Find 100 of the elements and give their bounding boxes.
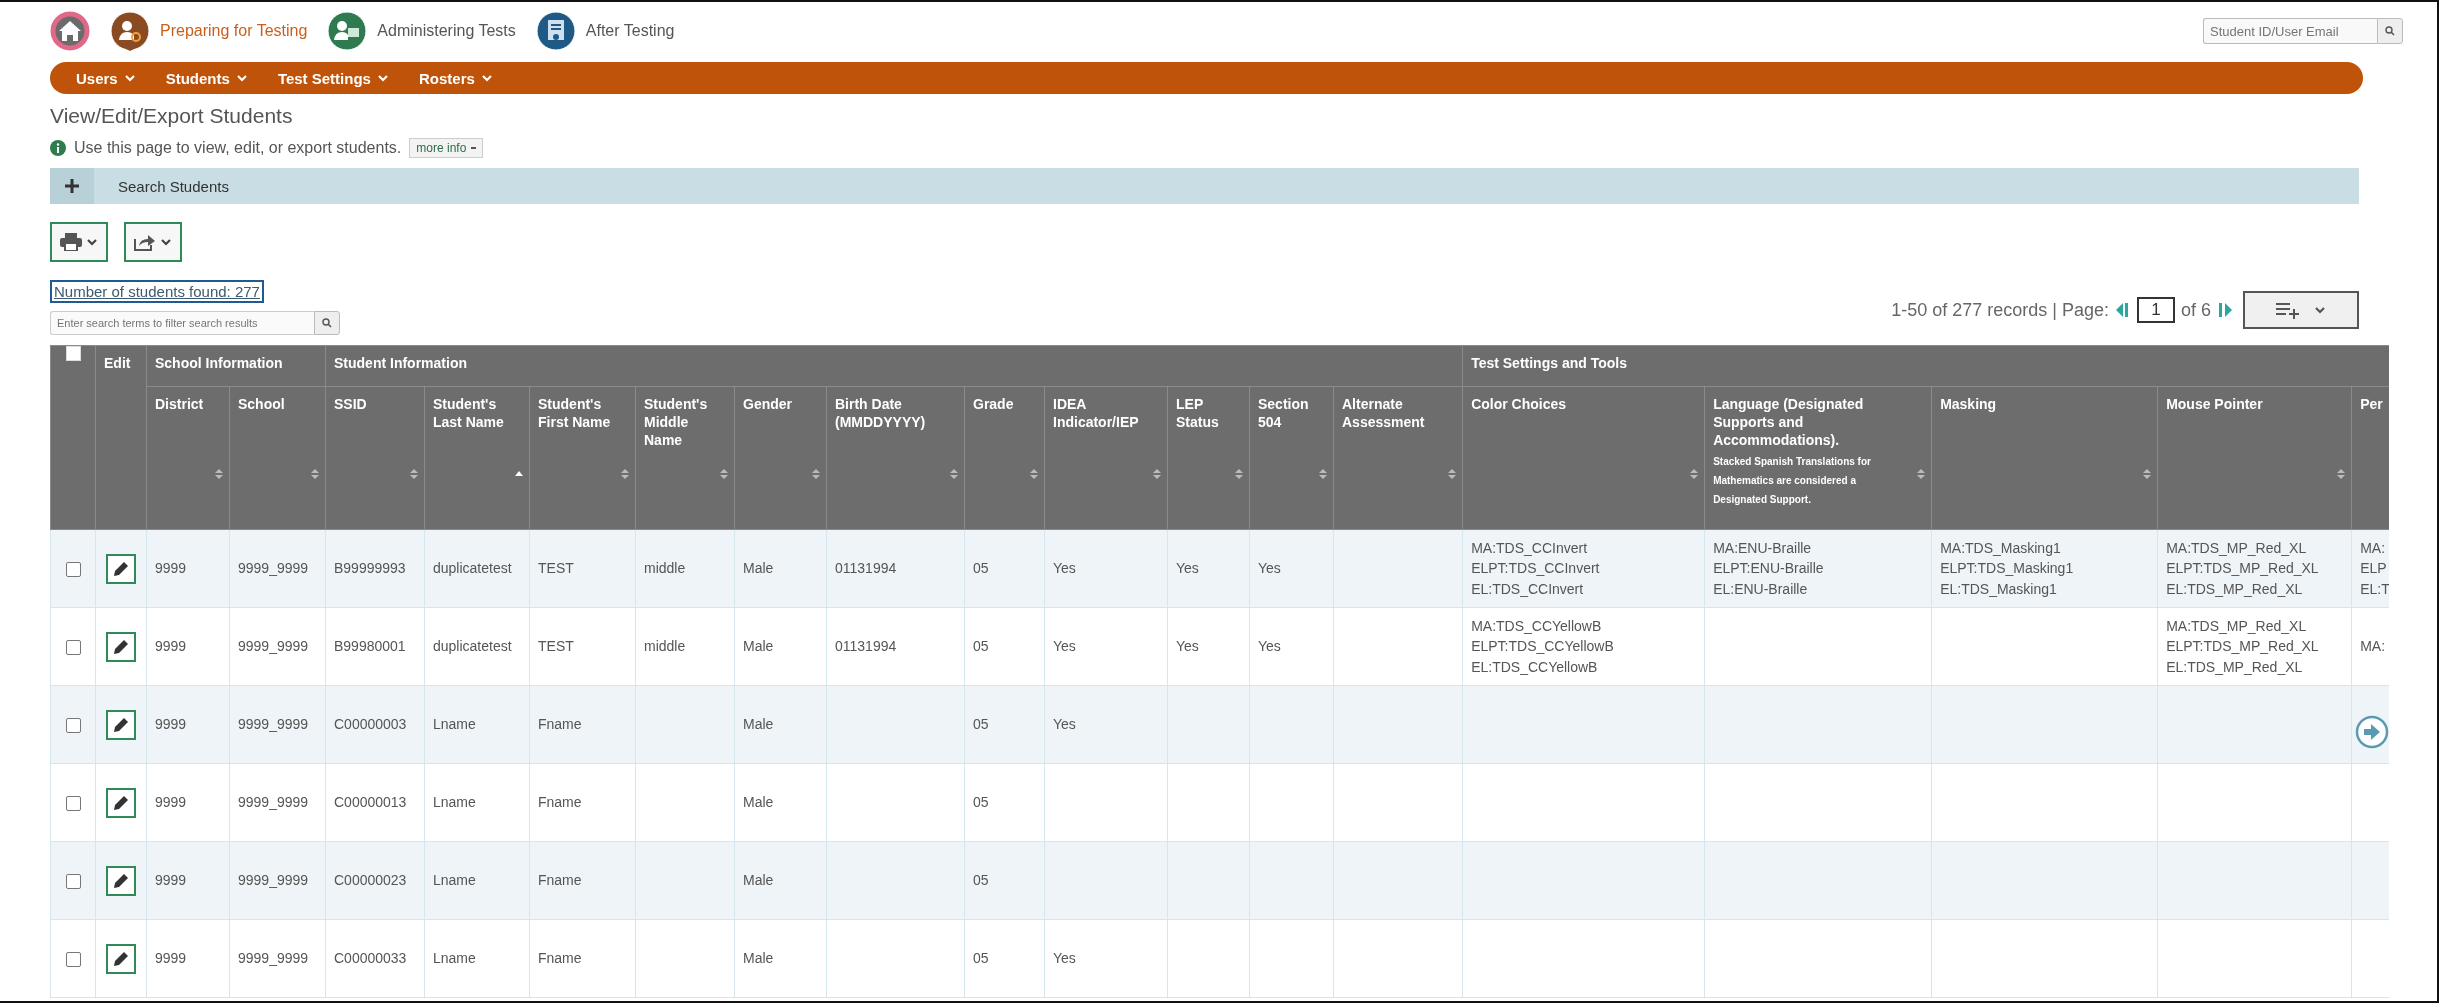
add-column-icon xyxy=(2276,301,2300,319)
dash-icon xyxy=(471,146,477,150)
column-label: Masking xyxy=(1940,396,1997,412)
records-summary: 1-50 of 277 records | Page: xyxy=(1891,299,2109,321)
sort-icon[interactable] xyxy=(812,469,820,479)
column-label: Edit xyxy=(104,355,131,371)
sort-icon[interactable] xyxy=(950,469,958,479)
row-checkbox[interactable] xyxy=(65,952,81,968)
print-button[interactable] xyxy=(50,222,108,262)
printer-icon xyxy=(60,233,82,251)
table-cell: 9999_9999 xyxy=(229,919,326,998)
caret-icon xyxy=(235,72,248,84)
table-cell: Fname xyxy=(529,763,636,842)
sort-icon[interactable] xyxy=(1690,469,1699,479)
table-cell: Male xyxy=(734,529,827,608)
column-label: Gender xyxy=(743,396,792,412)
more-info-button[interactable]: more info xyxy=(409,138,484,158)
table-cell: MA: ELP EL:T xyxy=(2351,529,2389,608)
sort-icon[interactable] xyxy=(1153,469,1161,479)
menu-item[interactable]: Rosters xyxy=(418,69,493,87)
pencil-icon xyxy=(112,871,130,890)
column-label: Language (Designated Supports and Accommodations). xyxy=(1713,396,1864,449)
search-icon[interactable] xyxy=(2385,26,2395,36)
search-panel[interactable]: Search Students xyxy=(50,168,2359,204)
nav-step[interactable] xyxy=(50,11,90,51)
sort-icon[interactable] xyxy=(1917,469,1926,479)
last-page-icon[interactable] xyxy=(2217,302,2233,318)
sort-icon[interactable] xyxy=(1030,469,1038,479)
group-label: Student Information xyxy=(334,355,467,371)
edit-button[interactable] xyxy=(106,865,136,896)
table-cell: 05 xyxy=(964,763,1045,842)
result-count-link[interactable]: Number of students found: 277 xyxy=(50,280,264,303)
filter-field[interactable]: Enter search terms to filter search results xyxy=(50,311,314,335)
table-cell: duplicatetest xyxy=(424,607,530,686)
table-cell: Fname xyxy=(529,685,636,764)
search-icon[interactable] xyxy=(322,318,332,328)
edit-button[interactable] xyxy=(106,553,136,584)
menu-item[interactable]: Users xyxy=(76,69,136,87)
column-label: Student's Last Name xyxy=(433,396,504,431)
sort-icon[interactable] xyxy=(1235,469,1243,479)
row-checkbox[interactable] xyxy=(65,562,81,578)
nav-step[interactable]: Administering Tests xyxy=(327,11,516,51)
export-button[interactable] xyxy=(124,222,182,262)
table-cell: Yes xyxy=(1044,685,1168,764)
table-cell: Fname xyxy=(529,841,636,920)
sort-icon[interactable] xyxy=(1448,469,1457,479)
table-cell: Lname xyxy=(424,919,530,998)
sort-icon[interactable] xyxy=(2337,469,2346,479)
menu-item[interactable]: Students xyxy=(165,69,248,87)
select-all-checkbox[interactable] xyxy=(65,346,81,361)
search-field[interactable]: Student ID/User Email xyxy=(2203,18,2377,44)
table-cell: MA:TDS_CCYellowB ELPT:TDS_CCYellowB EL:TDS_CCYellowB xyxy=(1462,607,1705,686)
edit-button[interactable] xyxy=(106,943,136,974)
table-cell: 05 xyxy=(964,607,1045,686)
caret-icon xyxy=(123,72,136,84)
row-checkbox[interactable] xyxy=(65,718,81,734)
columns-button[interactable] xyxy=(2243,291,2359,329)
table-cell: MA:TDS_MP_Red_XL ELPT:TDS_MP_Red_XL EL:TDS_MP_Red_XL xyxy=(2157,529,2352,608)
table-cell: Male xyxy=(734,841,827,920)
sort-icon[interactable] xyxy=(720,469,728,479)
table-cell: Lname xyxy=(424,841,530,920)
column-label: Mouse Pointer xyxy=(2166,396,2263,412)
sort-icon[interactable] xyxy=(2143,469,2152,479)
first-page-icon[interactable] xyxy=(2114,302,2131,318)
sort-icon[interactable] xyxy=(621,469,629,479)
pencil-icon xyxy=(112,637,130,656)
caret-icon xyxy=(160,236,172,248)
table-cell: C00000013 xyxy=(325,763,425,842)
row-checkbox[interactable] xyxy=(65,796,81,812)
page-total: of 6 xyxy=(2180,299,2211,321)
caret-icon xyxy=(86,236,98,248)
column-label: IDEA Indicator/IEP xyxy=(1053,396,1139,431)
page-field[interactable]: 1 xyxy=(2136,297,2175,323)
row-checkbox[interactable] xyxy=(65,640,81,656)
table-cell: 9999_9999 xyxy=(229,685,326,764)
table-cell: middle xyxy=(635,529,735,608)
menu-item[interactable]: Test Settings xyxy=(277,69,389,87)
nav-step[interactable]: After Testing xyxy=(535,11,675,51)
column-label: Student's Middle Name xyxy=(644,396,708,449)
edit-button[interactable] xyxy=(106,787,136,818)
sort-icon[interactable] xyxy=(215,469,223,479)
sort-icon[interactable] xyxy=(311,469,319,479)
table-cell: 01131994 xyxy=(826,607,965,686)
edit-button[interactable] xyxy=(106,709,136,740)
table-cell: B99980001 xyxy=(325,607,425,686)
scroll-right-icon[interactable] xyxy=(2355,715,2389,749)
pencil-icon xyxy=(112,949,130,968)
table-cell: Yes xyxy=(1044,919,1168,998)
caret-icon xyxy=(376,72,389,84)
table-cell: MA:ENU-Braille ELPT:ENU-Braille EL:ENU-Braille xyxy=(1704,529,1932,608)
column-label: SSID xyxy=(334,396,367,412)
table-cell: Yes xyxy=(1249,607,1334,686)
sort-icon[interactable] xyxy=(410,469,418,479)
table-cell: Lname xyxy=(424,763,530,842)
row-checkbox[interactable] xyxy=(65,874,81,890)
group-label: Test Settings and Tools xyxy=(1471,355,1627,371)
sort-ascending-icon[interactable] xyxy=(515,469,523,479)
sort-icon[interactable] xyxy=(1319,469,1327,479)
nav-step[interactable]: Preparing for Testing xyxy=(110,11,308,51)
edit-button[interactable] xyxy=(106,631,136,662)
